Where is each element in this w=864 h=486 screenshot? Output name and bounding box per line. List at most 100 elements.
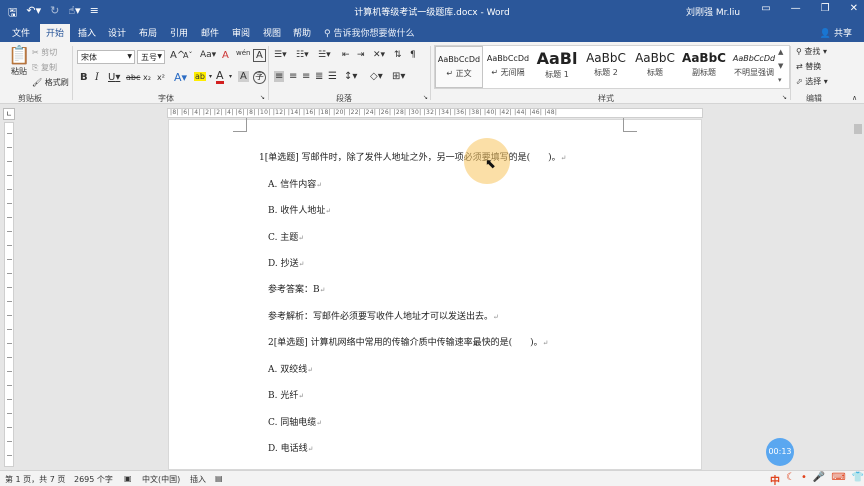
explanation-1[interactable]: 参考解析：写邮件必须要写收件人地址才可以发送出去。↵ xyxy=(268,309,499,322)
format-painter-button[interactable]: 🖌 格式刷 xyxy=(32,77,69,88)
collapse-ribbon-icon[interactable]: ∧ xyxy=(852,94,857,102)
horizontal-ruler[interactable]: |8| |6| |4| |2| |2| |4| |6| |8| |10| |12… xyxy=(167,108,703,118)
share-button[interactable]: 👤 共享 xyxy=(820,26,852,39)
phonetic-guide-button[interactable]: wén xyxy=(236,49,250,57)
tab-insert[interactable]: 插入 xyxy=(78,26,96,39)
dialog-launcher-icon[interactable]: ↘ xyxy=(260,94,265,101)
show-marks-button[interactable]: ¶ xyxy=(410,50,416,60)
find-button[interactable]: ⚲ 查找 ▾ xyxy=(796,46,827,57)
dot-icon[interactable]: • xyxy=(801,472,807,486)
style-normal[interactable]: AaBbCcDd ↵ 正文 xyxy=(435,46,483,88)
font-name-select[interactable]: 宋体 ▼ xyxy=(77,50,135,64)
tab-home[interactable]: 开始 xyxy=(40,24,71,42)
replace-button[interactable]: ⇄ 替换 xyxy=(796,61,821,72)
font-color-dropdown[interactable]: ▾ xyxy=(229,73,232,80)
paste-button[interactable]: 📋 粘贴 xyxy=(8,46,30,77)
bullets-button[interactable]: ☰▾ xyxy=(274,50,287,60)
tab-view[interactable]: 视图 xyxy=(263,26,281,39)
scrollbar-thumb[interactable] xyxy=(854,124,862,134)
option-2a[interactable]: A. 双绞线↵ xyxy=(268,362,313,375)
style-title[interactable]: AaBbC 标题 xyxy=(631,46,679,88)
language-indicator[interactable]: 中文(中国) xyxy=(142,474,180,485)
shrink-font-button[interactable]: Aˇ xyxy=(183,51,192,60)
tab-file[interactable]: 文件 xyxy=(12,26,30,39)
text-effects-button[interactable]: A▾ xyxy=(174,71,187,84)
restore-button[interactable]: ❐ xyxy=(821,3,830,14)
increase-indent-button[interactable]: ⇥ xyxy=(357,50,365,60)
style-subtitle[interactable]: AaBbC 副标题 xyxy=(680,46,728,88)
italic-button[interactable]: I xyxy=(95,72,99,83)
cut-button[interactable]: ✂ 剪切 xyxy=(32,47,57,58)
align-center-button[interactable]: ≡ xyxy=(289,71,297,82)
macro-icon[interactable]: ▤ xyxy=(215,474,223,483)
option-2d[interactable]: D. 电话线↵ xyxy=(268,441,314,454)
style-heading-2[interactable]: AaBbC 标题 2 xyxy=(582,46,630,88)
dialog-launcher-icon[interactable]: ↘ xyxy=(782,94,787,101)
tab-layout[interactable]: 布局 xyxy=(139,26,157,39)
moon-icon[interactable]: ☾ xyxy=(786,472,795,486)
bold-button[interactable]: B xyxy=(80,72,88,83)
option-1a[interactable]: A. 信件内容↵ xyxy=(268,177,322,190)
style-no-spacing[interactable]: AaBbCcDd ↵ 无间隔 xyxy=(484,46,532,88)
highlight-dropdown[interactable]: ▾ xyxy=(209,73,212,80)
highlight-button[interactable]: ab xyxy=(194,72,206,81)
style-heading-1[interactable]: AaBl 标题 1 xyxy=(533,46,581,88)
clear-formatting-button[interactable]: A xyxy=(222,50,229,61)
answer-1[interactable]: 参考答案：B↵ xyxy=(268,282,326,295)
select-button[interactable]: ⬀ 选择 ▾ xyxy=(796,76,828,87)
word-count[interactable]: 2695 个字 xyxy=(74,474,113,485)
borders-button[interactable]: ⊞▾ xyxy=(392,71,405,82)
option-1d[interactable]: D. 抄送↵ xyxy=(268,256,305,269)
page-count[interactable]: 第 1 页，共 7 页 xyxy=(5,474,65,485)
tell-me-box[interactable]: ⚲ 告诉我你想要做什么 xyxy=(324,26,414,39)
align-left-button[interactable]: ≡ xyxy=(274,71,285,82)
user-name[interactable]: 刘刚强 Mr.liu xyxy=(686,5,740,18)
ribbon-display-icon[interactable]: ▭ xyxy=(761,3,770,14)
font-color-button[interactable]: A xyxy=(216,70,224,84)
gallery-scroll[interactable]: ▲ ▼ ▾ xyxy=(778,45,783,87)
option-2b[interactable]: B. 光纤↵ xyxy=(268,388,304,401)
superscript-button[interactable]: x² xyxy=(157,73,165,82)
document-page[interactable]: 1[单选题] 写邮件时，除了发件人地址之外，另一项必须要填写的是( )。↵ A.… xyxy=(168,118,702,470)
align-right-button[interactable]: ≡ xyxy=(302,71,310,82)
underline-button[interactable]: U▾ xyxy=(108,72,120,83)
tab-help[interactable]: 帮助 xyxy=(293,26,311,39)
shirt-icon[interactable]: 👕 xyxy=(852,472,864,486)
option-1b[interactable]: B. 收件人地址↵ xyxy=(268,203,331,216)
ime-language[interactable]: 中 xyxy=(770,472,780,486)
keyboard-icon[interactable]: ⌨ xyxy=(831,472,845,486)
insert-mode[interactable]: 插入 xyxy=(190,474,206,485)
minimize-button[interactable]: — xyxy=(791,3,801,14)
shading-button[interactable]: ◇▾ xyxy=(370,71,383,82)
distributed-button[interactable]: ☰ xyxy=(328,71,337,82)
enclose-characters-button[interactable]: 字 xyxy=(253,71,266,84)
close-button[interactable]: ✕ xyxy=(850,3,858,14)
tab-selector[interactable]: ∟ xyxy=(3,108,15,120)
tab-references[interactable]: 引用 xyxy=(170,26,188,39)
tab-mailings[interactable]: 邮件 xyxy=(201,26,219,39)
change-case-button[interactable]: Aa▾ xyxy=(200,50,216,60)
strikethrough-button[interactable]: abc xyxy=(126,73,140,82)
vertical-scrollbar[interactable] xyxy=(852,104,864,470)
multilevel-list-button[interactable]: ☱▾ xyxy=(318,50,331,60)
tab-review[interactable]: 审阅 xyxy=(232,26,250,39)
recording-timer[interactable]: 00:13 xyxy=(766,438,794,466)
dialog-launcher-icon[interactable]: ↘ xyxy=(423,94,428,101)
option-1c[interactable]: C. 主题↵ xyxy=(268,230,304,243)
character-border-button[interactable]: A xyxy=(253,49,266,62)
numbering-button[interactable]: ☷▾ xyxy=(296,50,309,60)
mic-icon[interactable]: 🎤 xyxy=(813,472,825,486)
subscript-button[interactable]: x₂ xyxy=(143,73,151,82)
question-1[interactable]: 1[单选题] 写邮件时，除了发件人地址之外，另一项必须要填写的是( )。↵ xyxy=(259,150,567,163)
sort-button[interactable]: ⇅ xyxy=(394,50,402,60)
chinese-layout-button[interactable]: ✕▾ xyxy=(373,50,385,60)
character-shading-button[interactable]: A xyxy=(238,71,249,82)
tab-design[interactable]: 设计 xyxy=(108,26,126,39)
proofing-icon[interactable]: ▣ xyxy=(124,474,132,483)
vertical-ruler[interactable] xyxy=(4,122,14,467)
option-2c[interactable]: C. 同轴电缆↵ xyxy=(268,415,322,428)
justify-button[interactable]: ≣ xyxy=(315,71,323,82)
decrease-indent-button[interactable]: ⇤ xyxy=(342,50,350,60)
copy-button[interactable]: ⎘ 复制 xyxy=(32,62,57,73)
question-2[interactable]: 2[单选题] 计算机网络中常用的传输介质中传输速率最快的是( )。↵ xyxy=(268,335,549,348)
